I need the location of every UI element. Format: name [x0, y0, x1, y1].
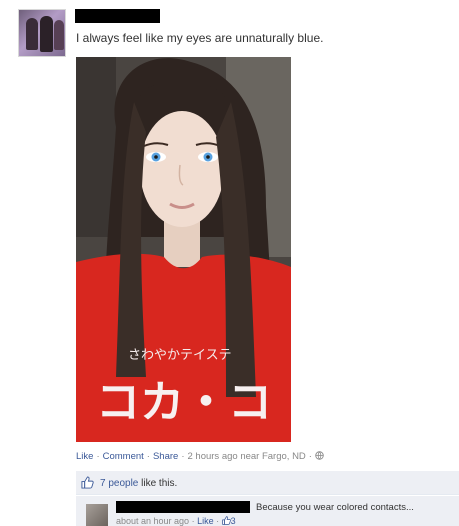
comment-item: Because you wear colored contacts... abo…	[76, 496, 459, 526]
redacted-author-name	[75, 9, 160, 23]
post-photo[interactable]: さわやかテイステ コカ・コ	[76, 57, 291, 442]
thumbs-up-icon	[221, 516, 231, 525]
comment-time[interactable]: about an hour ago	[116, 516, 189, 526]
likes-suffix: like this.	[138, 478, 178, 489]
avatar-person-center	[40, 16, 53, 52]
separator: ·	[146, 451, 150, 462]
avatar-person-right	[54, 20, 64, 50]
shirt-katakana-text: さわやかテイステ	[128, 348, 232, 363]
shirt-large-text: コカ・コ	[96, 377, 272, 428]
avatar-person-left	[26, 18, 38, 50]
comment-meta: about an hour ago · Like · 3	[116, 516, 236, 526]
comment-link[interactable]: Comment	[103, 451, 144, 462]
redacted-commenter-name	[116, 501, 250, 513]
separator: ·	[181, 451, 185, 462]
likes-people-link[interactable]: 7 people	[100, 478, 138, 489]
comment-like-count[interactable]: 3	[231, 516, 236, 526]
comment-like-link[interactable]: Like	[197, 516, 214, 526]
separator: ·	[308, 451, 312, 462]
post-actions-bar: Like · Comment · Share · 2 hours ago near Farg…	[76, 451, 324, 462]
thumbs-up-icon	[81, 476, 94, 489]
post-time-location[interactable]: 2 hours ago near Fargo, ND	[188, 451, 306, 462]
separator: ·	[96, 451, 100, 462]
profile-avatar[interactable]	[18, 9, 66, 57]
post-status-text: I always feel like my eyes are unnatural…	[76, 31, 324, 45]
separator: ·	[213, 516, 222, 526]
facebook-post: I always feel like my eyes are unnatural…	[0, 0, 459, 526]
likes-text: 7 people like this.	[100, 478, 177, 489]
comment-text: Because you wear colored contacts...	[256, 502, 414, 513]
likes-summary: 7 people like this.	[76, 471, 459, 495]
share-link[interactable]: Share	[153, 451, 178, 462]
commenter-avatar[interactable]	[86, 504, 108, 526]
photo-illustration: さわやかテイステ コカ・コ	[76, 57, 291, 442]
like-link[interactable]: Like	[76, 451, 93, 462]
globe-icon[interactable]	[315, 451, 324, 460]
separator: ·	[189, 516, 198, 526]
